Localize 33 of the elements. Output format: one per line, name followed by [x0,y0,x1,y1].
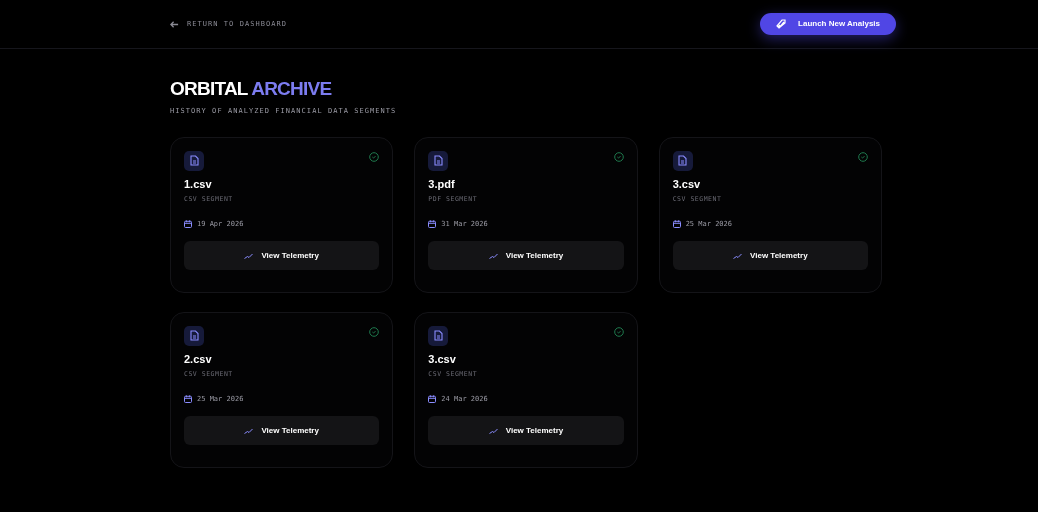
calendar-icon [672,220,681,228]
file-name: 3.pdf [428,176,456,192]
calendar-icon [184,220,192,228]
calendar-icon [184,395,192,403]
document-icon [184,150,204,171]
file-name: 3.csv [672,176,702,192]
arrow-left-icon [170,19,179,29]
trend-icon [244,427,254,434]
trend-icon [488,252,498,259]
file-name: 3.csv [428,351,457,367]
file-name: 1.csv [184,176,213,192]
trend-icon [244,252,254,259]
view-telemetry-button[interactable]: View Telemetry [672,241,868,271]
launch-analysis-button[interactable]: Launch New Analysis [760,13,896,35]
check-circle-icon [369,326,380,337]
document-icon [428,150,449,171]
trend-icon [488,427,498,434]
view-telemetry-button[interactable]: View Telemetry [184,241,380,271]
check-circle-icon [613,151,624,162]
calendar-icon [428,395,437,403]
file-name: 2.csv [184,351,213,367]
check-circle-icon [369,151,380,162]
page-title: ORBITAL ARCHIVE [170,79,333,98]
document-icon [428,325,449,346]
check-circle-icon [858,151,868,162]
calendar-icon [428,220,437,228]
check-circle-icon [613,326,624,337]
document-icon [672,150,693,171]
view-telemetry-button[interactable]: View Telemetry [428,416,624,446]
view-telemetry-button[interactable]: View Telemetry [428,241,624,271]
view-telemetry-button[interactable]: View Telemetry [184,416,380,446]
trend-icon [733,252,743,259]
document-icon [184,325,204,346]
